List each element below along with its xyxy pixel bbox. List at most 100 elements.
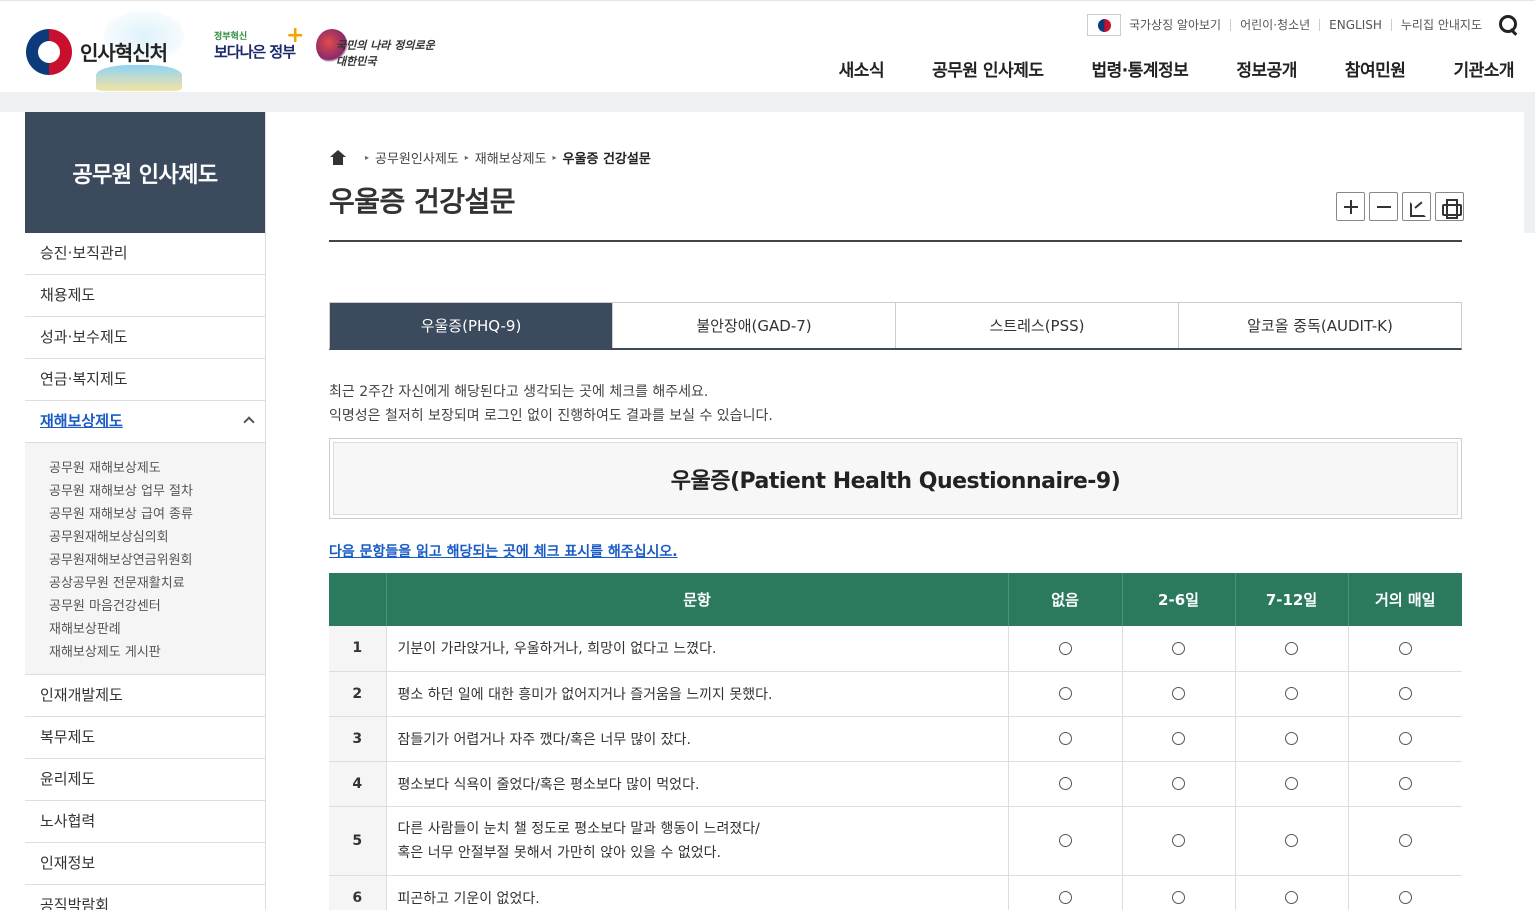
- breadcrumb-separator-icon: ▸: [552, 153, 557, 162]
- home-icon[interactable]: [329, 150, 347, 165]
- zoom-in-button[interactable]: [1336, 192, 1365, 221]
- tab-audit-k[interactable]: 알코올 중독(AUDIT-K): [1178, 303, 1461, 348]
- sidebar-item-performance-pay[interactable]: 성과·보수제도: [25, 317, 265, 359]
- row-number: 4: [329, 761, 386, 807]
- instruction-link[interactable]: 다음 문항들을 읽고 해당되는 곳에 체크 표시를 해주십시오.: [329, 541, 678, 561]
- gov-innovation-logo[interactable]: 정부혁신 보다나은 정부 +: [214, 23, 306, 73]
- util-link-sitemap[interactable]: 누리집 안내지도: [1390, 19, 1491, 31]
- radio-7-12-days[interactable]: [1285, 834, 1298, 847]
- share-button[interactable]: [1402, 192, 1431, 221]
- radio-7-12-days[interactable]: [1285, 641, 1298, 655]
- radio-2-6-days[interactable]: [1172, 732, 1185, 745]
- main-nav: 새소식 공무원 인사제도 법령·통계정보 정보공개 참여민원 기관소개: [791, 56, 1515, 81]
- radio-none[interactable]: [1058, 891, 1072, 904]
- radio-7-12-days[interactable]: [1285, 687, 1298, 700]
- submenu-item[interactable]: 공무원재해보상연금위원회: [49, 549, 265, 572]
- breadcrumb-item[interactable]: 재해보상제도: [475, 148, 547, 167]
- tab-phq9[interactable]: 우울증(PHQ-9): [330, 303, 612, 348]
- col-header-item: 문항: [385, 573, 1008, 626]
- row-number: 1: [329, 626, 386, 672]
- breadcrumb-item[interactable]: 공무원인사제도: [375, 148, 459, 167]
- submenu-item[interactable]: 공상공무원 전문재활치료: [49, 572, 265, 595]
- phq9-table: 문항 없음 2-6일 7-12일 거의 매일 1 기분이 가라앉거나, 우울하거…: [329, 573, 1462, 910]
- radio-7-12-days[interactable]: [1285, 777, 1298, 790]
- question-text: 평소 하던 일에 대한 흥미가 없어지거나 즐거움을 느끼지 못했다.: [385, 671, 1008, 717]
- util-link-kids[interactable]: 어린이·청소년: [1230, 19, 1319, 31]
- nav-info-disclosure[interactable]: 정보공개: [1236, 56, 1297, 81]
- radio-cell: [1007, 761, 1122, 807]
- row-number: 5: [329, 806, 386, 876]
- sidebar-item-talent-development[interactable]: 인재개발제도: [25, 675, 265, 717]
- sidebar-item-talent-info[interactable]: 인재정보: [25, 843, 265, 885]
- right-gray-strip: [1524, 112, 1535, 233]
- radio-nearly-every-day[interactable]: [1398, 777, 1412, 790]
- zoom-out-button[interactable]: [1369, 192, 1398, 221]
- tab-gad7[interactable]: 불안장애(GAD-7): [612, 303, 895, 348]
- nation-slogan-logo[interactable]: 국민의 나라 정의로운 대한민국: [316, 29, 436, 69]
- submenu-item[interactable]: 공무원 재해보상 급여 종류: [49, 503, 265, 526]
- radio-7-12-days[interactable]: [1285, 732, 1298, 745]
- sidebar-item-labor-relations[interactable]: 노사협력: [25, 801, 265, 843]
- radio-2-6-days[interactable]: [1172, 641, 1185, 655]
- sidebar-item-service[interactable]: 복무제도: [25, 717, 265, 759]
- submenu-item[interactable]: 재해보상제도 게시판: [49, 641, 265, 664]
- submenu-item[interactable]: 재해보상판례: [49, 618, 265, 641]
- page-tools: [1332, 192, 1464, 221]
- sidebar-item-accident-compensation[interactable]: 재해보상제도: [25, 401, 265, 443]
- submenu-item[interactable]: 공무원 마음건강센터: [49, 595, 265, 618]
- radio-2-6-days[interactable]: [1172, 777, 1185, 790]
- radio-none[interactable]: [1058, 777, 1072, 790]
- radio-none[interactable]: [1058, 834, 1072, 847]
- radio-cell: [1347, 875, 1462, 910]
- radio-cell: [1007, 716, 1122, 762]
- question-text-line: 다른 사람들이 눈치 챌 정도로 평소보다 말과 행동이 느려졌다/: [397, 820, 760, 837]
- radio-cell: [1347, 716, 1462, 762]
- print-button[interactable]: [1435, 192, 1464, 221]
- radio-none[interactable]: [1058, 732, 1072, 745]
- radio-nearly-every-day[interactable]: [1398, 891, 1412, 904]
- util-link-english[interactable]: ENGLISH: [1319, 19, 1391, 31]
- tab-pss[interactable]: 스트레스(PSS): [895, 303, 1178, 348]
- nav-law-stats[interactable]: 법령·통계정보: [1092, 56, 1189, 81]
- mpm-logo[interactable]: 인사혁신처: [24, 7, 184, 91]
- intro-text: 최근 2주간 자신에게 해당된다고 생각되는 곳에 체크를 해주세요. 익명성은…: [329, 380, 773, 428]
- radio-cell: [1007, 626, 1122, 672]
- radio-2-6-days[interactable]: [1172, 834, 1185, 847]
- search-icon[interactable]: [1497, 14, 1519, 36]
- submenu-item[interactable]: 공무원 재해보상제도: [49, 457, 265, 480]
- breadcrumb: ▸ 공무원인사제도 ▸ 재해보상제도 ▸ 우울증 건강설문: [329, 148, 651, 167]
- radio-nearly-every-day[interactable]: [1398, 732, 1412, 745]
- radio-2-6-days[interactable]: [1172, 891, 1185, 904]
- title-divider: [329, 240, 1462, 242]
- sidebar-item-recruitment[interactable]: 채용제도: [25, 275, 265, 317]
- nav-about[interactable]: 기관소개: [1453, 56, 1514, 81]
- radio-nearly-every-day[interactable]: [1398, 687, 1412, 700]
- radio-none[interactable]: [1058, 641, 1072, 655]
- korea-flag-icon: [1086, 14, 1121, 36]
- gov-innovation-big: 보다나은 정부: [214, 43, 296, 61]
- submenu-item[interactable]: 공무원 재해보상 업무 절차: [49, 480, 265, 503]
- nav-civil-petition[interactable]: 참여민원: [1345, 56, 1406, 81]
- nav-hr-system[interactable]: 공무원 인사제도: [932, 56, 1044, 81]
- sidebar-item-pension-welfare[interactable]: 연금·복지제도: [25, 359, 265, 401]
- sidebar-item-promotion[interactable]: 승진·보직관리: [25, 233, 265, 275]
- logo-title: 인사혁신처: [80, 41, 168, 65]
- util-link-national-symbols[interactable]: 국가상징 알아보기: [1129, 19, 1230, 31]
- radio-7-12-days[interactable]: [1285, 891, 1298, 904]
- intro-line: 익명성은 철저히 보장되며 로그인 없이 진행하여도 결과를 보실 수 있습니다…: [329, 408, 773, 424]
- radio-cell: [1121, 806, 1235, 876]
- radio-none[interactable]: [1058, 687, 1072, 700]
- nav-news[interactable]: 새소식: [839, 56, 885, 81]
- sidebar-item-job-fair[interactable]: 공직박람회: [25, 885, 265, 910]
- radio-cell: [1121, 716, 1235, 762]
- radio-nearly-every-day[interactable]: [1398, 641, 1412, 655]
- radio-nearly-every-day[interactable]: [1398, 834, 1412, 847]
- radio-cell: [1234, 761, 1348, 807]
- page-title: 우울증 건강설문: [329, 185, 516, 218]
- sidebar-item-ethics[interactable]: 윤리제도: [25, 759, 265, 801]
- breadcrumb-current: 우울증 건강설문: [562, 152, 651, 167]
- radio-2-6-days[interactable]: [1172, 687, 1185, 700]
- radio-cell: [1121, 626, 1235, 672]
- submenu-item[interactable]: 공무원재해보상심의회: [49, 526, 265, 549]
- table-row: 6 피곤하고 기운이 없었다.: [329, 875, 1462, 910]
